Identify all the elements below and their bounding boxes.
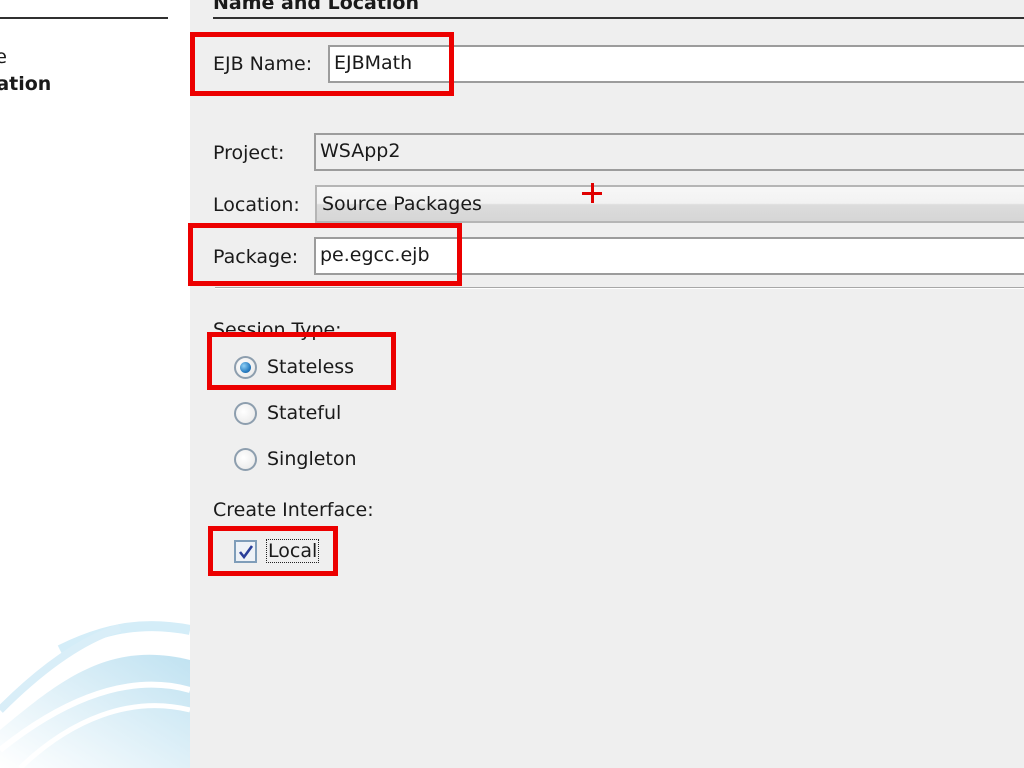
package-label: Package: (213, 246, 299, 268)
ejb-name-field[interactable]: EJBMath (328, 45, 1024, 83)
package-field[interactable]: pe.egcc.ejb (314, 237, 1024, 275)
project-field: WSApp2 (314, 133, 1024, 171)
checkmark-icon (238, 544, 254, 559)
singleton-label: Singleton (267, 448, 357, 470)
radio-unselected-icon[interactable] (234, 401, 257, 425)
step-choose-file-type[interactable]: ype (0, 46, 7, 68)
stateless-radio-option[interactable]: Stateless (234, 354, 354, 380)
stateful-radio-option[interactable]: Stateful (234, 400, 341, 426)
create-interface-label: Create Interface: (213, 499, 374, 521)
stateful-label: Stateful (267, 402, 342, 424)
crosshair-plus-icon (582, 183, 602, 203)
local-label: Local (265, 539, 320, 563)
swoosh-logo-icon (0, 621, 190, 768)
location-label: Location: (213, 194, 300, 216)
radio-unselected-icon[interactable] (234, 447, 257, 471)
steps-divider (0, 17, 168, 19)
section-title-rule (213, 17, 1024, 19)
radio-selected-icon[interactable] (234, 355, 257, 379)
stateless-label: Stateless (267, 356, 355, 378)
checkbox-checked-icon[interactable] (234, 539, 257, 563)
wizard-steps-panel: ype ocation (0, 0, 190, 768)
singleton-radio-option[interactable]: Singleton (234, 446, 357, 472)
project-label: Project: (213, 142, 285, 164)
section-title: Name and Location (213, 0, 420, 14)
form-separator (215, 287, 1024, 289)
location-select[interactable]: Source Packages (315, 185, 1024, 223)
ejb-name-label: EJB Name: (213, 53, 313, 75)
step-name-and-location[interactable]: ocation (0, 73, 51, 95)
session-type-label: Session Type: (213, 319, 342, 341)
local-checkbox-option[interactable]: Local (234, 538, 320, 564)
